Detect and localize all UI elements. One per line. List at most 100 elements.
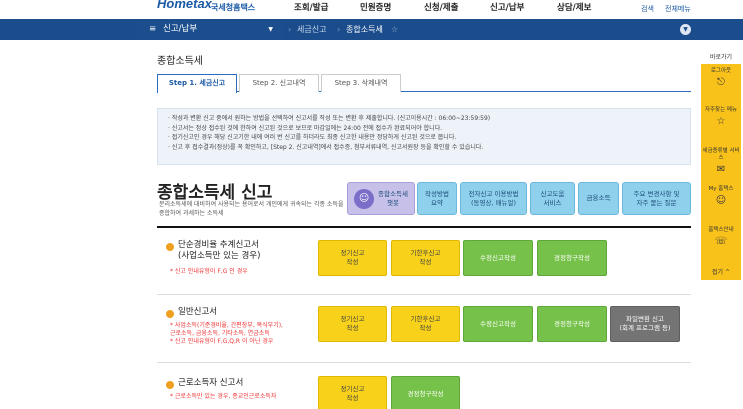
refund-claim-button[interactable]: 경정청구작성 [537, 306, 607, 342]
late-filing-button[interactable]: 기한후신고 작성 [391, 306, 460, 342]
breadcrumb-current: 종합소득세 [346, 25, 383, 34]
notice-box: · 작성과 변환 신고 중에서 원하는 방법을 선택하여 신고서를 작성 또는 … [157, 108, 691, 165]
tab-step3-deleted[interactable]: Step 3. 삭제내역 [321, 74, 401, 92]
headset-icon: ☏ [714, 236, 728, 247]
rail-close-label: 접기 [712, 269, 724, 276]
button-label: 경정청구작성 [554, 319, 590, 328]
rail-label: 로그아웃 [710, 68, 732, 74]
chevron-down-icon[interactable]: ▼ [680, 24, 691, 35]
divider [157, 294, 691, 295]
my-hometax-link[interactable]: My 홈택스 ☺ [701, 186, 741, 206]
section-note: * 근로소득만 있는 경우, 종교인근로소득자 [170, 393, 277, 400]
regular-filing-button[interactable]: 정기신고 작성 [318, 376, 387, 409]
button-label: (회계 프로그램 등) [619, 324, 671, 332]
button-label: 기한후신고 [410, 315, 441, 323]
favorite-star-icon[interactable]: ☆ [391, 19, 398, 40]
chatbot-icon: ☺ [354, 188, 375, 209]
user-icon: ☺ [715, 195, 727, 206]
file-conversion-button[interactable]: 파일변환 신고 (회계 프로그램 등) [610, 306, 680, 342]
button-label: 금융소득 [586, 194, 611, 202]
button-label: 작성 [346, 258, 359, 266]
rail-label: 홈택스안내 [708, 227, 734, 233]
section-note: * 신고 안내유형이 F,G 인 경우 [170, 268, 248, 275]
hamburger-icon: ≡ [149, 24, 157, 34]
section-bullet-icon [166, 381, 174, 389]
divider [157, 362, 691, 363]
rail-label: 세금종류별 서비스 [702, 148, 740, 161]
refund-claim-button[interactable]: 경정청구작성 [391, 376, 460, 409]
hometax-logo[interactable]: Hometax [157, 0, 212, 11]
button-label: 정기신고 [340, 315, 365, 323]
button-label: 수정신고작성 [480, 253, 516, 262]
section-title-general: 일반신고서 [178, 307, 218, 317]
notice-line: · 신고 후 접수결과(정상)를 꼭 확인하고, [Step 2. 신고내역]에… [168, 143, 484, 151]
menu-item-filing[interactable]: 신고/납부 [490, 1, 524, 13]
section-title-simple: 단순경비율 추계신고서 (사업소득만 있는 경우) [178, 240, 260, 262]
button-label: (동영상, 매뉴얼) [470, 198, 517, 207]
guide-summary-button[interactable]: 작성방법 요약 [417, 182, 457, 215]
main-description: 분리소득세에 대비하여 사용되는 용어로서 개인에게 귀속되는 각종 소득을 종… [159, 201, 344, 217]
button-label: 종합소득세 [378, 189, 408, 198]
button-label: 요약 [431, 198, 443, 207]
section-title-line: 단순경비율 추계신고서 [178, 240, 259, 250]
button-label: 챗봇 [387, 198, 399, 207]
faq-button[interactable]: 주요 변경사항 및 자주 묻는 질문 [622, 182, 691, 215]
button-label: 작성 [346, 394, 359, 402]
button-label: 자주 묻는 질문 [636, 198, 677, 207]
button-label: 작성 [419, 324, 432, 332]
button-label: 수정신고작성 [480, 319, 516, 328]
caret-down-icon: ▼ [268, 26, 273, 33]
hometax-guide-link[interactable]: 홈택스안내 ☏ [701, 227, 741, 247]
search-link[interactable]: 검색 [641, 4, 654, 14]
refund-claim-button[interactable]: 경정청구작성 [537, 240, 607, 276]
button-label: 기한후신고 [410, 249, 441, 257]
usage-guide-button[interactable]: 전자신고 이용방법 (동영상, 매뉴얼) [460, 182, 527, 215]
breadcrumb-tax-filing[interactable]: 세금신고 [297, 19, 326, 40]
section-title-line: (사업소득만 있는 경우) [178, 251, 261, 261]
button-label: 서비스 [543, 198, 562, 207]
quick-links-rail: 로그아웃 ⎋ 자주찾는 메뉴 ☆ 세금종류별 서비스 ✉ My 홈택스 ☺ 홈택… [701, 64, 741, 280]
divider [157, 226, 691, 228]
regular-filing-button[interactable]: 정기신고 작성 [318, 240, 387, 276]
hometax-page: Hometax 국세청홈택스 조회/발급 민원증명 신청/제출 신고/납부 상담… [0, 0, 743, 409]
button-label: 작성 [346, 324, 359, 332]
section-menu-dropdown[interactable]: ≡ 신고/납부 ▼ [135, 19, 283, 40]
menu-item-consulting[interactable]: 상담/제보 [557, 1, 591, 13]
star-icon: ☆ [716, 116, 726, 127]
section-note: * 사업소득(기준경비율, 간편장부, 복식부기), [170, 322, 283, 329]
chevron-up-icon: ^ [724, 269, 730, 276]
button-label: 전자신고 이용방법 [468, 189, 519, 198]
tab-step1-filing[interactable]: Step 1. 세금신고 [157, 74, 237, 93]
amended-filing-button[interactable]: 수정신고작성 [463, 240, 533, 276]
section-title-earned-income: 근로소득자 신고서 [178, 378, 244, 388]
button-label: 주요 변경사항 및 [633, 189, 680, 198]
financial-income-button[interactable]: 금융소득 [578, 182, 619, 215]
rail-label: 자주찾는 메뉴 [704, 107, 738, 113]
section-bullet-icon [166, 243, 174, 251]
section-bullet-icon [166, 310, 174, 318]
logo-subtitle: 국세청홈택스 [211, 3, 256, 12]
step-tabs: Step 1. 세금신고 Step 2. 신고내역 Step 3. 삭제내역 [157, 74, 691, 93]
amended-filing-button[interactable]: 수정신고작성 [463, 306, 533, 342]
quick-links-heading: 바로가기 [709, 54, 733, 61]
notice-line: · 작성과 변환 신고 중에서 원하는 방법을 선택하여 신고서를 작성 또는 … [168, 115, 491, 122]
favorite-menu-link[interactable]: 자주찾는 메뉴 ☆ [701, 107, 741, 127]
late-filing-button[interactable]: 기한후신고 작성 [391, 240, 460, 276]
chatbot-button[interactable]: ☺ 종합소득세 챗봇 [347, 182, 415, 215]
section-note: 근로소득, 금융소득, 기타소득, 연금소득 [170, 330, 270, 337]
all-menu-link[interactable]: 전체메뉴 [665, 4, 691, 14]
tab-step2-history[interactable]: Step 2. 신고내역 [239, 74, 319, 92]
notice-line: · 신고서는 정상 접수된 것에 한하여 신고된 것으로 보므로 마감일에는 2… [168, 124, 443, 132]
menu-item-certificate[interactable]: 민원증명 [360, 1, 391, 13]
menu-item-inquiry[interactable]: 조회/발급 [294, 1, 328, 13]
button-label: 정기신고 [340, 385, 365, 393]
logout-link[interactable]: 로그아웃 ⎋ [701, 68, 741, 88]
menu-item-application[interactable]: 신청/제출 [424, 1, 458, 13]
regular-filing-button[interactable]: 정기신고 작성 [318, 306, 387, 342]
filing-help-button[interactable]: 신고도움 서비스 [530, 182, 575, 215]
tax-service-link[interactable]: 세금종류별 서비스 ✉ [701, 148, 741, 175]
page-title: 종합소득세 [157, 56, 203, 67]
rail-label: My 홈택스 [708, 186, 734, 192]
button-label: 정기신고 [340, 249, 365, 257]
collapse-rail-button[interactable]: 접기 ^ [701, 266, 741, 280]
